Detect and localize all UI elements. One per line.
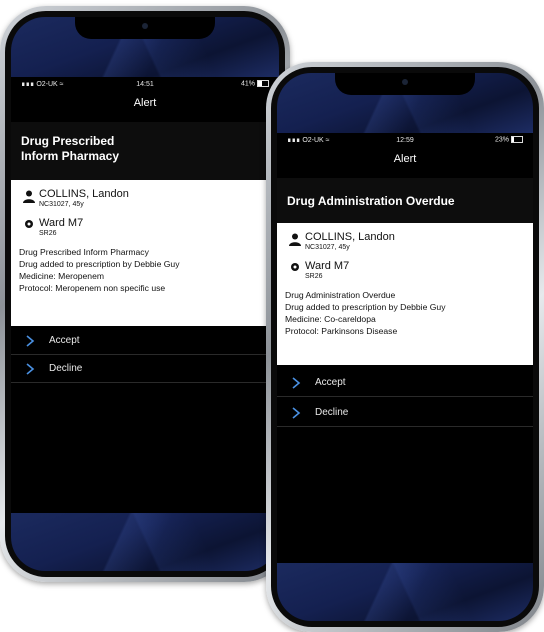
ward-icon	[285, 260, 305, 272]
detail-line: Medicine: Co-careldopa	[285, 314, 376, 324]
detail-line: Drug added to prescription by Debbie Guy	[19, 259, 180, 269]
nav-title: Alert	[133, 97, 157, 109]
phone-right: ∎∎∎ O2-UK ≈ 12:59 23% Alert Drug Adminis…	[266, 62, 544, 632]
notch	[335, 73, 475, 95]
patient-name: COLLINS, Landon	[305, 231, 395, 243]
ward-bed: SR26	[39, 230, 57, 237]
wallpaper-bottom	[11, 513, 279, 571]
alert-details: Drug Prescribed Inform Pharmacy Drug add…	[19, 246, 271, 294]
battery-level	[512, 137, 515, 143]
accept-action[interactable]: Accept	[277, 369, 533, 397]
patient-card: COLLINS, Landon NC31027, 45y Ward M7 SR2…	[11, 180, 279, 326]
battery-icon	[257, 80, 270, 88]
phone-screen: ∎∎∎ O2-UK ≈ 14:51 41% Alert Drug Prescri…	[11, 17, 279, 571]
alert-title-line-1: Drug Prescribed	[21, 134, 115, 148]
detail-line: Drug added to prescription by Debbie Guy	[285, 302, 446, 312]
person-icon	[285, 231, 305, 246]
ward-name: Ward M7	[305, 260, 350, 272]
detail-line: Medicine: Meropenem	[19, 271, 105, 281]
chevron-right-icon	[292, 406, 301, 419]
status-bar: ∎∎∎ O2-UK ≈ 14:51 41%	[11, 77, 279, 91]
detail-line: Protocol: Meropenem non specific use	[19, 283, 166, 293]
alert-title-line-2: Inform Pharmacy	[21, 149, 120, 163]
patient-id: NC31027, 45y	[305, 244, 350, 251]
camera-icon	[402, 79, 408, 85]
alert-header: Drug Prescribed Inform Pharmacy	[11, 122, 279, 180]
patient-card: COLLINS, Landon NC31027, 45y Ward M7 SR2…	[277, 223, 533, 365]
decline-label: Decline	[315, 407, 349, 418]
chevron-right-icon	[26, 362, 35, 375]
phone-left: ∎∎∎ O2-UK ≈ 14:51 41% Alert Drug Prescri…	[0, 6, 290, 582]
decline-action[interactable]: Decline	[277, 399, 533, 427]
notch	[75, 17, 215, 39]
battery-level	[258, 81, 263, 87]
clock: 12:59	[396, 136, 414, 144]
decline-label: Decline	[49, 363, 83, 374]
patient-id: NC31027, 45y	[39, 201, 84, 208]
alert-title: Drug Administration Overdue	[287, 194, 455, 208]
ward-icon	[19, 217, 39, 229]
clock: 14:51	[136, 80, 154, 88]
ward-row[interactable]: Ward M7 SR26	[285, 260, 525, 281]
person-icon	[19, 188, 39, 203]
alert-details: Drug Administration Overdue Drug added t…	[285, 289, 525, 337]
wifi-icon: ≈	[323, 137, 330, 144]
alert-header: Drug Administration Overdue	[277, 178, 533, 223]
accept-label: Accept	[315, 377, 346, 388]
signal-icon: ∎∎∎	[287, 137, 303, 144]
ward-bed: SR26	[305, 273, 323, 280]
battery-status: 41%	[186, 80, 270, 88]
ward-row[interactable]: Ward M7 SR26	[19, 217, 271, 238]
carrier: ∎∎∎ O2-UK ≈	[21, 81, 64, 88]
ward-name: Ward M7	[39, 217, 84, 229]
carrier: ∎∎∎ O2-UK ≈	[287, 137, 330, 144]
decline-action[interactable]: Decline	[11, 355, 279, 383]
camera-icon	[142, 23, 148, 29]
nav-title: Alert	[393, 153, 417, 165]
accept-label: Accept	[49, 335, 80, 346]
status-bar: ∎∎∎ O2-UK ≈ 12:59 23%	[277, 133, 533, 147]
accept-action[interactable]: Accept	[11, 327, 279, 355]
detail-line: Drug Prescribed Inform Pharmacy	[19, 247, 149, 257]
patient-name: COLLINS, Landon	[39, 188, 129, 200]
wifi-icon: ≈	[57, 81, 64, 88]
phone-screen: ∎∎∎ O2-UK ≈ 12:59 23% Alert Drug Adminis…	[277, 73, 533, 621]
chevron-right-icon	[26, 334, 35, 347]
detail-line: Drug Administration Overdue	[285, 290, 396, 300]
detail-line: Protocol: Parkinsons Disease	[285, 326, 398, 336]
signal-icon: ∎∎∎	[21, 81, 37, 88]
battery-status: 23%	[444, 136, 524, 144]
battery-icon	[511, 136, 524, 144]
chevron-right-icon	[292, 376, 301, 389]
patient-row[interactable]: COLLINS, Landon NC31027, 45y	[19, 188, 271, 209]
wallpaper-bottom	[277, 563, 533, 621]
patient-row[interactable]: COLLINS, Landon NC31027, 45y	[285, 231, 525, 252]
